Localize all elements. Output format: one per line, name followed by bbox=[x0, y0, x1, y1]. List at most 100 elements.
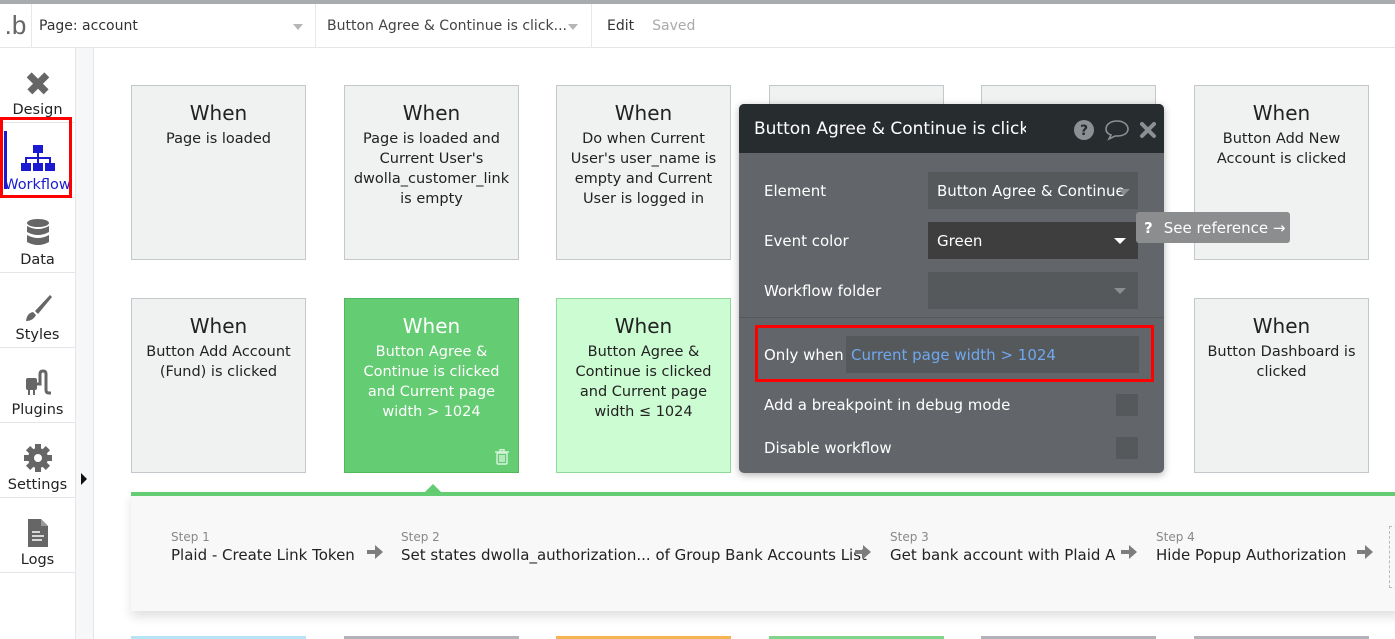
workflow-step[interactable]: Step 2 Set states dwolla_authorization..… bbox=[401, 529, 867, 565]
event-color-dropdown[interactable]: Green bbox=[928, 222, 1138, 259]
svg-text:?: ? bbox=[1080, 123, 1088, 139]
document-icon bbox=[27, 519, 48, 547]
breakpoint-label: Add a breakpoint in debug mode bbox=[764, 396, 1011, 414]
step-action: Plaid - Create Link Token bbox=[171, 546, 355, 564]
trash-icon[interactable] bbox=[495, 449, 509, 465]
sidebar-item-logs[interactable]: Logs bbox=[0, 498, 75, 573]
event-card-selected[interactable]: When Button Agree & Continue is clicked … bbox=[344, 298, 519, 473]
event-color-label: Event color bbox=[764, 232, 849, 250]
event-card[interactable]: When Button Dashboard is clicked bbox=[1194, 298, 1369, 473]
add-step-button[interactable] bbox=[1389, 526, 1395, 588]
event-card-title: When bbox=[402, 101, 461, 125]
divider bbox=[739, 317, 1164, 318]
saved-status: Saved bbox=[652, 17, 696, 34]
database-icon bbox=[26, 219, 49, 245]
steps-pointer bbox=[425, 484, 441, 492]
bubble-logo[interactable]: .b bbox=[0, 3, 32, 48]
breakpoint-checkbox[interactable] bbox=[1116, 394, 1138, 416]
event-card-description: Button Add Account (Fund) is clicked bbox=[146, 344, 291, 380]
design-icon bbox=[26, 72, 49, 95]
plug-icon bbox=[25, 369, 51, 395]
edit-menu[interactable]: Edit bbox=[607, 18, 634, 34]
event-card[interactable]: When Page is loaded bbox=[131, 85, 306, 260]
sidebar-item-label: Data bbox=[20, 252, 55, 268]
sidebar-item-plugins[interactable]: Plugins bbox=[0, 348, 75, 423]
event-card-title: When bbox=[1252, 101, 1311, 125]
sidebar-item-design[interactable]: Design bbox=[0, 48, 75, 123]
sidebar-item-label: Styles bbox=[15, 327, 60, 343]
event-card-title: When bbox=[614, 101, 673, 125]
popup-title: Button Agree & Continue is clicked bbox=[754, 118, 1026, 139]
sidebar-item-label: Plugins bbox=[11, 402, 64, 418]
workflow-folder-label: Workflow folder bbox=[764, 282, 882, 300]
sidebar-item-label: Logs bbox=[20, 552, 55, 568]
event-card[interactable]: When Button Agree & Continue is clicked … bbox=[556, 298, 731, 473]
sidebar-item-label: Workflow bbox=[4, 177, 71, 193]
event-card[interactable]: When Do when Current User's user_name is… bbox=[556, 85, 731, 260]
arrow-right-icon bbox=[1357, 545, 1373, 559]
chevron-down-icon bbox=[293, 23, 303, 30]
step-action: Hide Popup Authorization bbox=[1156, 546, 1347, 564]
event-card-title: When bbox=[402, 314, 461, 338]
gear-icon bbox=[23, 444, 52, 472]
arrow-right-icon bbox=[855, 545, 871, 559]
event-card-description: Page is loaded bbox=[165, 131, 272, 147]
workflow-icon bbox=[20, 145, 55, 171]
event-card-title: When bbox=[189, 314, 248, 338]
sidebar-item-styles[interactable]: Styles bbox=[0, 273, 75, 348]
event-card-title: When bbox=[614, 314, 673, 338]
step-number: Step 4 bbox=[1156, 530, 1195, 544]
comment-icon[interactable] bbox=[1104, 119, 1130, 141]
event-property-editor: Button Agree & Continue is clicked ? Ele… bbox=[739, 104, 1164, 473]
element-dropdown[interactable]: Button Agree & Continue bbox=[928, 172, 1138, 209]
brush-icon bbox=[25, 295, 52, 321]
disable-workflow-label: Disable workflow bbox=[764, 439, 892, 457]
step-number: Step 2 bbox=[401, 530, 440, 544]
event-card-description: Page is loaded and Current User's dwolla… bbox=[353, 131, 510, 207]
popup-header[interactable]: Button Agree & Continue is clicked ? bbox=[739, 104, 1164, 153]
step-number: Step 1 bbox=[171, 530, 210, 544]
chevron-down-icon bbox=[1114, 238, 1126, 244]
sidebar-item-label: Design bbox=[12, 102, 63, 118]
page-selector[interactable]: Page: account bbox=[32, 3, 316, 48]
event-card-description: Do when Current User's user_name is empt… bbox=[570, 131, 717, 207]
chevron-down-icon bbox=[568, 23, 578, 30]
see-reference-text: See reference → bbox=[1163, 218, 1286, 237]
workflow-step[interactable]: Step 1 Plaid - Create Link Token bbox=[171, 529, 355, 565]
arrow-right-icon bbox=[367, 545, 383, 559]
panel-collapse-strip bbox=[76, 48, 94, 639]
sidebar-item-data[interactable]: Data bbox=[0, 198, 75, 273]
chevron-down-icon bbox=[1114, 288, 1126, 294]
workflow-folder-dropdown[interactable] bbox=[928, 272, 1138, 309]
sidebar-item-settings[interactable]: Settings bbox=[0, 423, 75, 498]
close-icon[interactable] bbox=[1139, 121, 1157, 139]
event-card-description: Button Dashboard is clicked bbox=[1207, 344, 1356, 380]
workflow-step[interactable]: Step 3 Get bank account with Plaid A bbox=[890, 529, 1115, 565]
disable-workflow-checkbox[interactable] bbox=[1116, 437, 1138, 459]
event-card[interactable]: When Button Add Account (Fund) is clicke… bbox=[131, 298, 306, 473]
sidebar-item-label: Settings bbox=[7, 477, 68, 493]
see-reference-link[interactable]: ? See reference → bbox=[1136, 212, 1290, 243]
expand-arrow-icon[interactable] bbox=[81, 473, 87, 485]
element-label: Element bbox=[764, 182, 827, 200]
workflow-selector[interactable]: Button Agree & Continue is click... bbox=[316, 3, 592, 48]
workflow-step[interactable]: Step 4 Hide Popup Authorization bbox=[1156, 529, 1346, 565]
sidebar: Design Workflow Data Styles Plugins Sett… bbox=[0, 48, 76, 639]
top-bar: .b Page: account Button Agree & Continue… bbox=[0, 3, 1395, 48]
step-action: Set states dwolla_authorization... of Gr… bbox=[401, 546, 867, 564]
event-card-title: When bbox=[1252, 314, 1311, 338]
event-card[interactable]: When Page is loaded and Current User's d… bbox=[344, 85, 519, 260]
page-selector-label: Page: account bbox=[39, 17, 138, 34]
help-icon[interactable]: ? bbox=[1073, 119, 1095, 141]
event-card-title: When bbox=[189, 101, 248, 125]
element-value: Button Agree & Continue bbox=[937, 181, 1125, 200]
chevron-down-icon bbox=[1118, 189, 1130, 195]
workflow-selector-label: Button Agree & Continue is click... bbox=[327, 17, 567, 34]
arrow-right-icon bbox=[1121, 545, 1137, 559]
event-card-description: Button Agree & Continue is clicked and C… bbox=[363, 344, 500, 420]
sidebar-item-workflow[interactable]: Workflow bbox=[0, 123, 75, 198]
step-number: Step 3 bbox=[890, 530, 929, 544]
event-card-description: Button Agree & Continue is clicked and C… bbox=[575, 344, 712, 420]
event-color-value: Green bbox=[937, 231, 983, 250]
step-action: Get bank account with Plaid A bbox=[890, 546, 1116, 564]
